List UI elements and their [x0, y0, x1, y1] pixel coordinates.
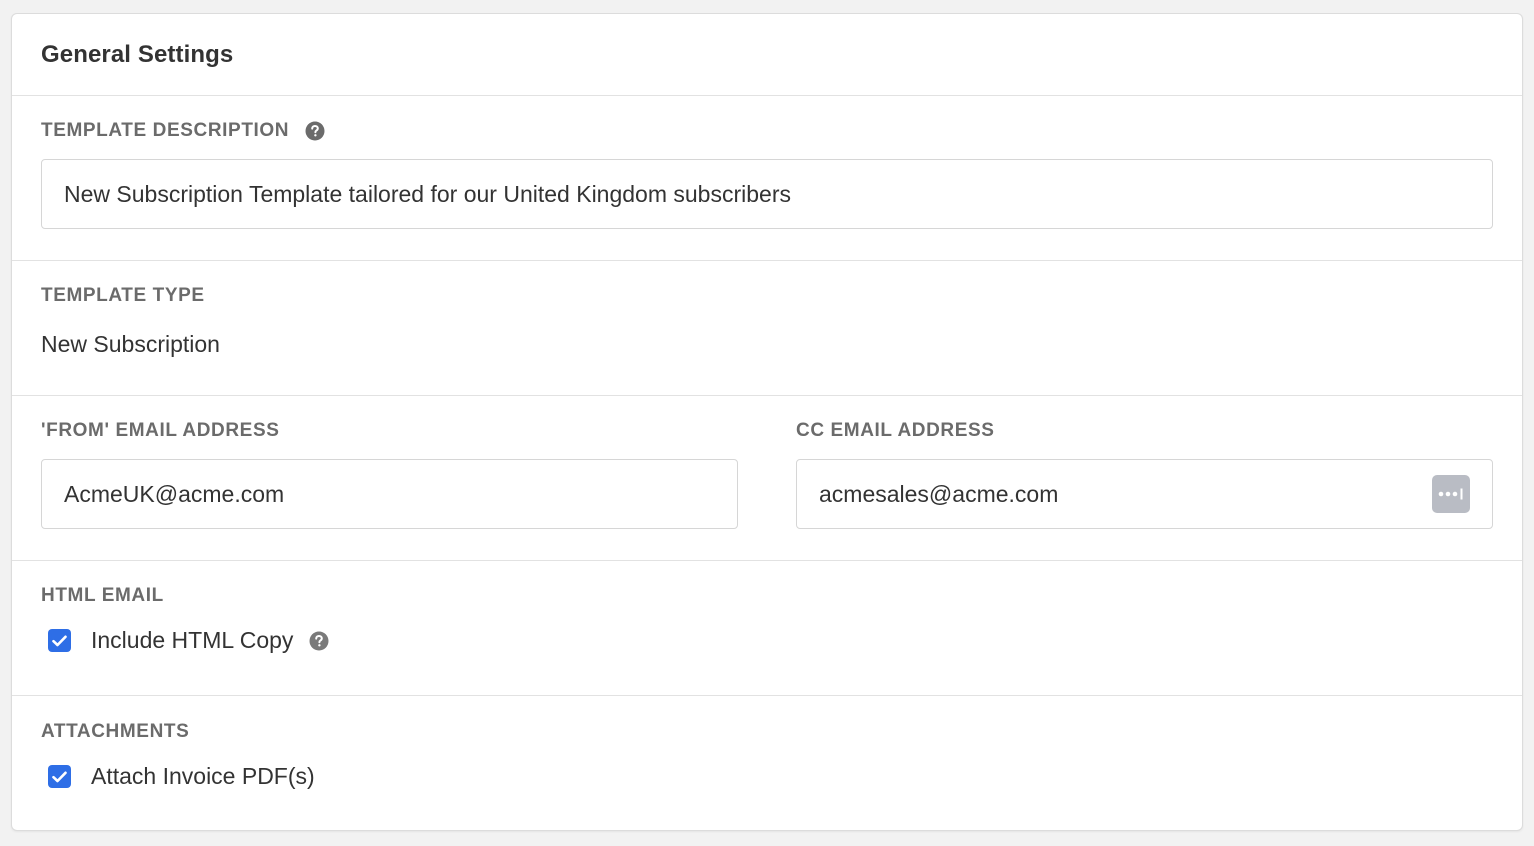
template-description-value: New Subscription Template tailored for o… [64, 180, 791, 207]
include-html-copy-label[interactable]: Include HTML Copy [91, 627, 293, 654]
from-email-value: AcmeUK@acme.com [64, 480, 285, 507]
template-description-section: TEMPLATE DESCRIPTION New Subscription Te… [12, 96, 1522, 261]
template-description-label-row: TEMPLATE DESCRIPTION [41, 120, 1493, 142]
template-description-label: TEMPLATE DESCRIPTION [41, 120, 290, 141]
from-email-label: 'FROM' EMAIL ADDRESS [41, 420, 280, 441]
cc-email-label: CC EMAIL ADDRESS [796, 420, 995, 441]
attach-invoice-row: Attach Invoice PDF(s) [48, 763, 1493, 790]
panel-header: General Settings [12, 14, 1522, 96]
from-email-input[interactable]: AcmeUK@acme.com [41, 459, 738, 529]
template-type-section: TEMPLATE TYPE New Subscription [12, 261, 1522, 396]
more-dots-icon[interactable] [1432, 475, 1470, 513]
template-type-label: TEMPLATE TYPE [41, 285, 205, 306]
include-html-copy-row: Include HTML Copy [48, 627, 1493, 654]
template-type-value: New Subscription [41, 331, 220, 357]
attachments-label: ATTACHMENTS [41, 721, 190, 742]
cc-email-column: CC EMAIL ADDRESS acmesales@acme.com [796, 420, 1493, 560]
cc-email-input[interactable]: acmesales@acme.com [796, 459, 1493, 529]
from-email-column: 'FROM' EMAIL ADDRESS AcmeUK@acme.com [41, 420, 738, 560]
attach-invoice-label[interactable]: Attach Invoice PDF(s) [91, 763, 315, 790]
general-settings-panel: General Settings TEMPLATE DESCRIPTION Ne… [11, 13, 1523, 831]
include-html-copy-checkbox[interactable] [48, 629, 71, 652]
html-email-label: HTML EMAIL [41, 585, 164, 606]
cc-email-value: acmesales@acme.com [819, 480, 1059, 507]
attachments-section: ATTACHMENTS Attach Invoice PDF(s) [12, 696, 1522, 832]
email-addresses-section: 'FROM' EMAIL ADDRESS AcmeUK@acme.com CC … [12, 396, 1522, 561]
question-circle-icon[interactable] [305, 121, 325, 141]
attach-invoice-checkbox[interactable] [48, 765, 71, 788]
html-email-section: HTML EMAIL Include HTML Copy [12, 561, 1522, 696]
question-circle-icon[interactable] [309, 631, 329, 651]
template-description-input[interactable]: New Subscription Template tailored for o… [41, 159, 1493, 229]
panel-title: General Settings [41, 40, 234, 68]
